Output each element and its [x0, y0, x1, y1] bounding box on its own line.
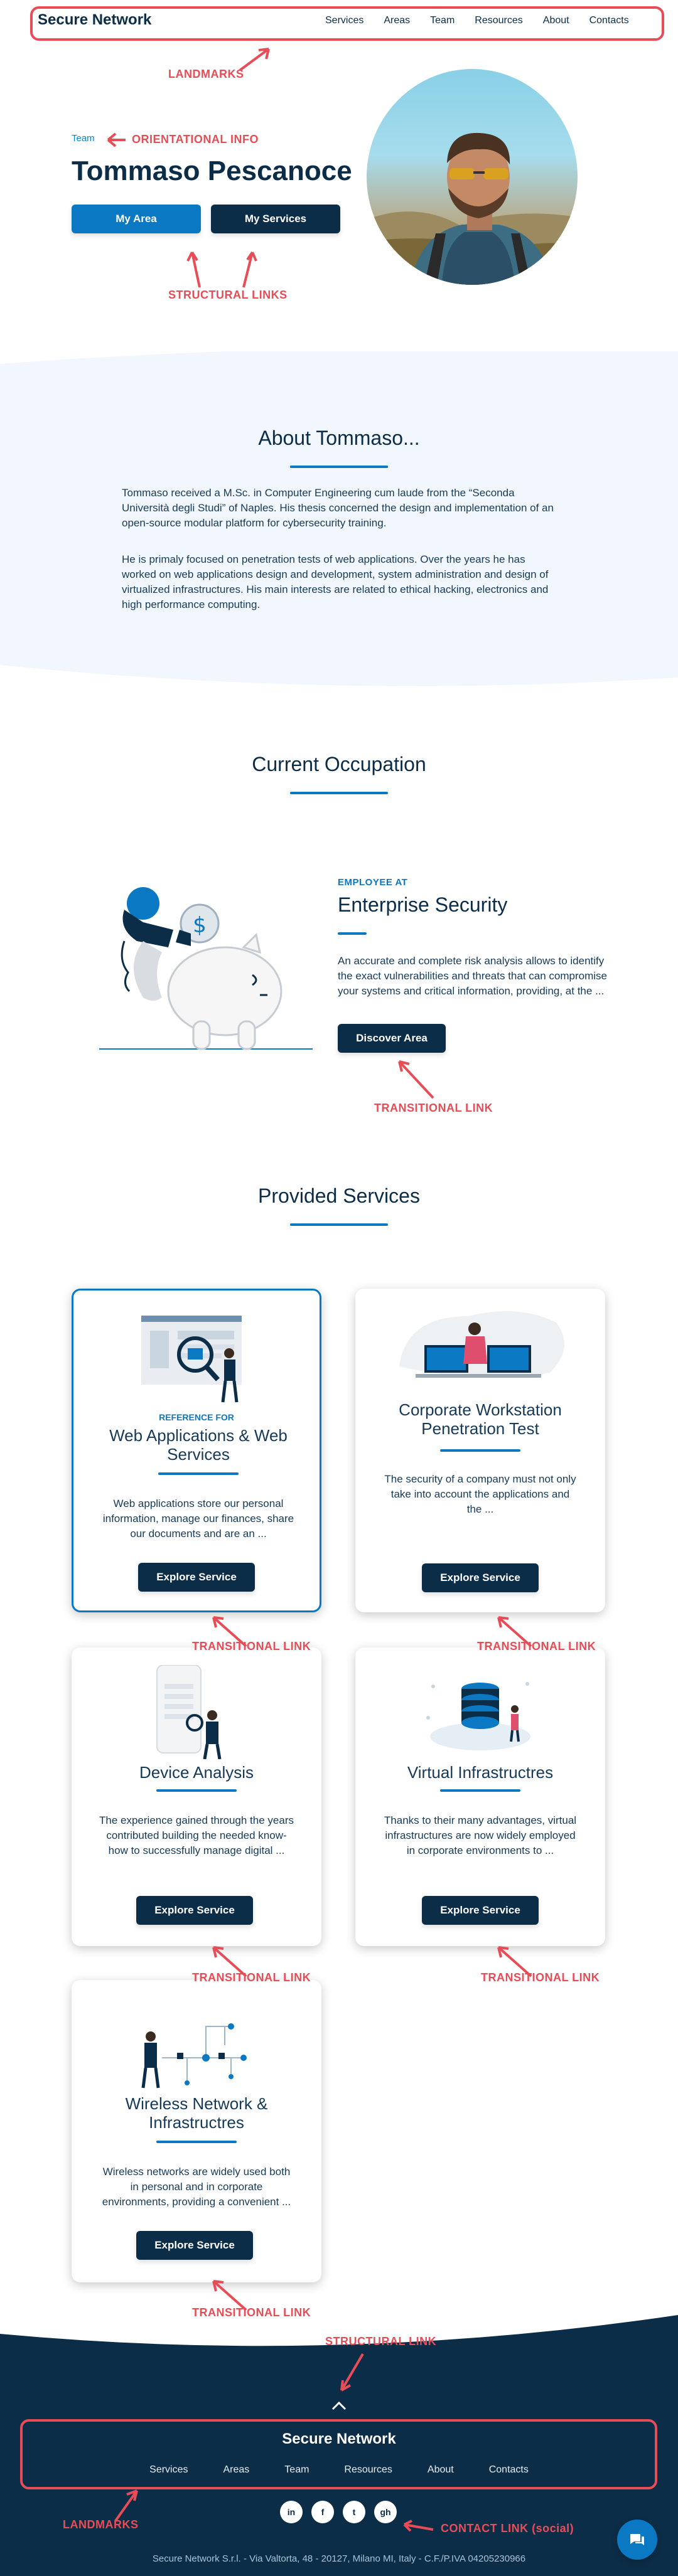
annotation-transitional-link-card-3: TRANSITIONAL LINK [192, 1971, 311, 1984]
annotation-orientational-info: ORIENTATIONAL INFO [132, 133, 259, 146]
twitter-icon[interactable]: t [343, 2501, 365, 2523]
annotation-arrow-social [403, 2520, 434, 2532]
service-card-web-applications[interactable]: REFERENCE FOR Web Applications & Web Ser… [72, 1289, 321, 1612]
breadcrumb[interactable]: Team [72, 133, 95, 144]
occupation-company: Enterprise Security [338, 893, 508, 916]
card-description: Web applications store our personal info… [102, 1498, 294, 1540]
about-paragraph-2: He is primaly focused on penetration tes… [122, 553, 549, 610]
annotation-contact-link-social: CONTACT LINK (social) [441, 2522, 574, 2535]
annotation-transitional-link-card-1: TRANSITIONAL LINK [192, 1640, 311, 1653]
service-card-corporate-workstation[interactable]: Corporate Workstation Penetration Test T… [355, 1289, 605, 1612]
services-title: Provided Services [258, 1184, 420, 1207]
workstation-illustration [399, 1311, 564, 1378]
annotation-transitional-link-card-4: TRANSITIONAL LINK [481, 1971, 600, 1984]
chevron-up-icon[interactable] [331, 2401, 347, 2410]
annotation-structural-links: STRUCTURAL LINKS [168, 289, 288, 301]
annotation-landmarks: LANDMARKS [168, 68, 244, 80]
footer-nav-about[interactable]: About [428, 2464, 454, 2476]
about-paragraph-1: Tommaso received a M.Sc. in Computer Eng… [122, 487, 554, 529]
social-links: in f t gh [280, 2501, 397, 2523]
my-services-button[interactable]: My Services [211, 205, 340, 233]
explore-service-button[interactable]: Explore Service [422, 1563, 539, 1592]
footer-nav-team[interactable]: Team [284, 2464, 309, 2476]
page-title: Tommaso Pescanoce [72, 156, 352, 186]
occupation-title: Current Occupation [252, 753, 426, 775]
card-reference-label: REFERENCE FOR [159, 1412, 234, 1422]
annotation-arrows-services [212, 1616, 532, 2311]
occupation-description: An accurate and complete risk analysis a… [338, 955, 608, 997]
card-title: Web Applications & Web Services [109, 1426, 288, 1464]
svg-text:$: $ [193, 913, 207, 938]
linkedin-icon[interactable]: in [280, 2501, 303, 2523]
card-rule [158, 1472, 239, 1475]
landmarks-highlight-footer [20, 2419, 657, 2489]
explore-service-button[interactable]: Explore Service [138, 1563, 255, 1592]
footer-nav-services[interactable]: Services [149, 2464, 188, 2476]
web-app-illustration [141, 1316, 242, 1403]
my-area-button[interactable]: My Area [72, 205, 201, 233]
annotation-transitional-link-occupation: TRANSITIONAL LINK [374, 1102, 493, 1114]
occupation-label: EMPLOYEE AT [338, 877, 408, 888]
chat-icon [630, 2534, 644, 2545]
about-title: About Tommaso... [258, 427, 420, 449]
footer-nav-contacts[interactable]: Contacts [489, 2464, 529, 2476]
facebook-icon[interactable]: f [311, 2501, 334, 2523]
card-title: Corporate Workstation Penetration Test [399, 1400, 562, 1438]
occupation-title-rule [290, 792, 388, 794]
footer-nav: Services Areas Team Resources About Cont… [0, 2464, 678, 2476]
footer-nav-resources[interactable]: Resources [344, 2464, 392, 2476]
github-icon[interactable]: gh [374, 2501, 397, 2523]
footer-brand[interactable]: Secure Network [0, 2430, 678, 2448]
profile-photo [367, 69, 578, 285]
about-title-rule [290, 466, 388, 468]
annotation-arrow-scroll-top [331, 2353, 364, 2410]
occupation-rule [338, 932, 367, 935]
piggy-bank-illustration: $ [99, 887, 313, 1050]
chat-button[interactable] [617, 2520, 657, 2560]
annotation-arrow-occupation [398, 1060, 434, 1099]
footer-nav-areas[interactable]: Areas [223, 2464, 250, 2476]
services-title-rule [290, 1223, 388, 1226]
footer-copyright: Secure Network S.r.l. - Via Valtorta, 48… [152, 2553, 526, 2564]
discover-area-button[interactable]: Discover Area [338, 1024, 446, 1053]
annotation-transitional-link-card-2: TRANSITIONAL LINK [477, 1640, 596, 1653]
annotation-landmarks-footer: LANDMARKS [63, 2518, 139, 2531]
card-description: The security of a company must not only … [384, 1473, 576, 1515]
card-rule [440, 1449, 520, 1452]
